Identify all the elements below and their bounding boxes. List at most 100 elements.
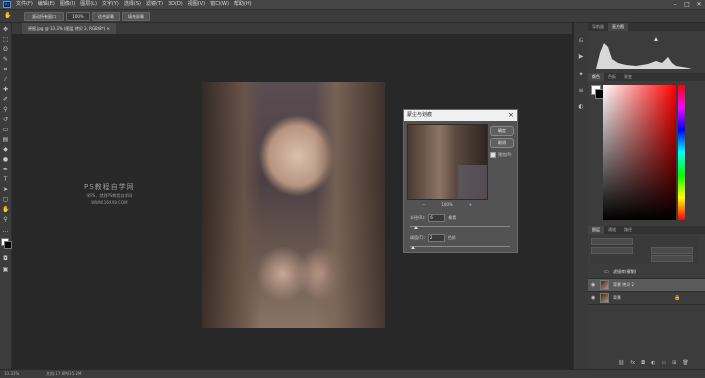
menu-edit[interactable]: 编辑(E) (38, 1, 55, 8)
hand-tool-icon[interactable]: ✋ (2, 206, 9, 213)
blur-tool-icon[interactable]: ◆ (2, 146, 9, 153)
watermark-title: PS教程自学网 (84, 183, 135, 191)
adjustments-panel-icon[interactable]: ◐ (577, 103, 585, 111)
lasso-tool-icon[interactable]: ʘ (2, 46, 9, 53)
fit-screen-button[interactable]: 适合屏幕 (92, 12, 120, 21)
cancel-button[interactable]: 取消 (490, 138, 514, 148)
dialog-close-icon[interactable]: × (508, 110, 514, 121)
hue-slider[interactable] (678, 85, 685, 220)
radius-input[interactable]: 6 (428, 214, 446, 222)
menu-window[interactable]: 窗口(W) (210, 1, 229, 8)
zoom-out-icon[interactable]: − (422, 202, 425, 207)
tab-channels[interactable]: 通道 (604, 226, 620, 234)
filter-preview[interactable] (407, 124, 488, 200)
eye-icon[interactable]: ◉ (591, 279, 595, 291)
menu-type[interactable]: 文字(Y) (102, 1, 119, 8)
background-color-swatch[interactable] (4, 241, 12, 249)
adjustment-layer-icon[interactable]: ◐ (651, 360, 655, 366)
menu-layer[interactable]: 图层(L) (80, 1, 97, 8)
fill-field[interactable] (651, 255, 693, 262)
history-brush-tool-icon[interactable]: ↺ (2, 116, 9, 123)
menu-help[interactable]: 帮助(H) (234, 1, 252, 8)
eye-icon[interactable]: ◉ (591, 292, 595, 304)
tab-histogram[interactable]: 直方图 (608, 23, 628, 31)
actions-panel-icon[interactable]: ▶ (577, 53, 585, 61)
ok-button[interactable]: 确定 (490, 126, 514, 136)
move-tool-icon[interactable]: ✥ (2, 26, 9, 33)
tab-layers[interactable]: 图层 (588, 226, 604, 234)
gradient-tool-icon[interactable]: ▤ (2, 136, 9, 143)
options-bar: ✋ 滚动所有窗口 100% 适合屏幕 填充屏幕 (0, 10, 705, 23)
threshold-row: 阈值(T): 2 色阶 (410, 234, 456, 242)
hand-tool-icon[interactable]: ✋ (4, 12, 11, 19)
dialog-titlebar[interactable]: 蒙尘与划痕 × (404, 110, 517, 121)
radius-slider-thumb[interactable] (414, 226, 418, 229)
zoom-tool-icon[interactable]: ⚲ (2, 216, 9, 223)
layer-row[interactable]: ◉ 背景 拷贝 2 (588, 279, 705, 292)
healing-brush-tool-icon[interactable]: ✚ (2, 86, 9, 93)
layer-controls (591, 236, 699, 264)
menu-file[interactable]: 文件(F) (16, 1, 33, 8)
shape-tool-icon[interactable]: ▢ (2, 196, 9, 203)
quick-mask-icon[interactable]: ◘ (2, 255, 9, 262)
menu-image[interactable]: 图像(I) (60, 1, 75, 8)
preview-option[interactable]: 预览(P) (490, 152, 512, 158)
menu-select[interactable]: 选择(S) (124, 1, 141, 8)
scroll-all-windows-checkbox[interactable]: 滚动所有窗口 (24, 12, 64, 21)
tab-color[interactable]: 颜色 (588, 73, 604, 81)
document-image[interactable] (202, 82, 385, 328)
opacity-field[interactable] (651, 247, 693, 254)
layer-style-icon[interactable]: fx (630, 360, 635, 366)
menu-filter[interactable]: 滤镜(T) (146, 1, 163, 8)
clone-stamp-tool-icon[interactable]: ⚲ (2, 106, 9, 113)
color-field[interactable] (603, 85, 676, 220)
menu-bar: Ps 文件(F) 编辑(E) 图像(I) 图层(L) 文字(Y) 选择(S) 滤… (0, 0, 705, 10)
menu-3d[interactable]: 3D(D) (168, 1, 183, 8)
preview-checkbox[interactable] (490, 152, 496, 158)
fill-screen-button[interactable]: 填充屏幕 (122, 12, 150, 21)
dodge-tool-icon[interactable]: ● (2, 156, 9, 163)
tab-paths[interactable]: 路径 (620, 226, 636, 234)
tab-gradients[interactable]: 渐变 (620, 73, 636, 81)
document-tab[interactable]: 原图.jpg @ 33.3% (图层 拷贝 2, RGB/8*) ✕ (22, 23, 116, 34)
marquee-tool-icon[interactable]: ⬚ (2, 36, 9, 43)
eyedropper-tool-icon[interactable]: ⁄ (2, 76, 9, 83)
threshold-slider-thumb[interactable] (411, 246, 415, 249)
layer-row[interactable]: ▭ 滤镜库(模糊) (588, 266, 705, 279)
minimize-button[interactable]: – (669, 0, 681, 9)
layer-tabs: 图层 通道 路径 (588, 226, 705, 234)
history-panel-icon[interactable]: ⎌ (577, 37, 585, 45)
maximize-button[interactable]: □ (681, 0, 693, 9)
watermark-subtitle: 学PS，就到PS教程自学网 (86, 193, 133, 198)
new-group-icon[interactable]: ▭ (661, 360, 666, 366)
pen-tool-icon[interactable]: ✒ (2, 166, 9, 173)
layer-row[interactable]: ◉ 背景 🔒 (588, 292, 705, 305)
layer-filter-dropdown[interactable] (591, 238, 633, 245)
new-layer-icon[interactable]: ⊞ (672, 360, 676, 366)
add-mask-icon[interactable]: ◘ (641, 360, 645, 366)
eraser-tool-icon[interactable]: ▭ (2, 126, 9, 133)
histogram-tabs: 导航器 直方图 (588, 23, 705, 31)
menu-view[interactable]: 视图(V) (188, 1, 205, 8)
delete-layer-icon[interactable]: 🗑 (682, 360, 688, 366)
crop-tool-icon[interactable]: ⌗ (2, 66, 9, 73)
quick-select-tool-icon[interactable]: ✎ (2, 56, 9, 63)
path-select-tool-icon[interactable]: ➤ (2, 186, 9, 193)
close-button[interactable]: ✕ (693, 0, 705, 9)
tab-swatches[interactable]: 色板 (604, 73, 620, 81)
type-tool-icon[interactable]: T (2, 176, 9, 183)
threshold-input[interactable]: 2 (427, 234, 445, 242)
properties-panel-icon[interactable]: ≡ (577, 87, 585, 95)
lock-icon: 🔒 (674, 295, 681, 301)
radius-slider-track[interactable] (410, 226, 510, 229)
zoom-in-icon[interactable]: + (469, 202, 472, 207)
zoom-value[interactable]: 100% (66, 12, 90, 21)
brush-tool-icon[interactable]: ✐ (2, 96, 9, 103)
blend-mode-dropdown[interactable] (591, 247, 633, 254)
screen-mode-icon[interactable]: ▣ (2, 266, 9, 273)
more-tools-icon[interactable]: … (2, 227, 9, 234)
tab-navigator[interactable]: 导航器 (588, 23, 608, 31)
brush-panel-icon[interactable]: ✦ (577, 71, 585, 79)
threshold-slider-track[interactable] (410, 246, 510, 249)
link-layers-icon[interactable]: ⛓ (618, 360, 624, 366)
